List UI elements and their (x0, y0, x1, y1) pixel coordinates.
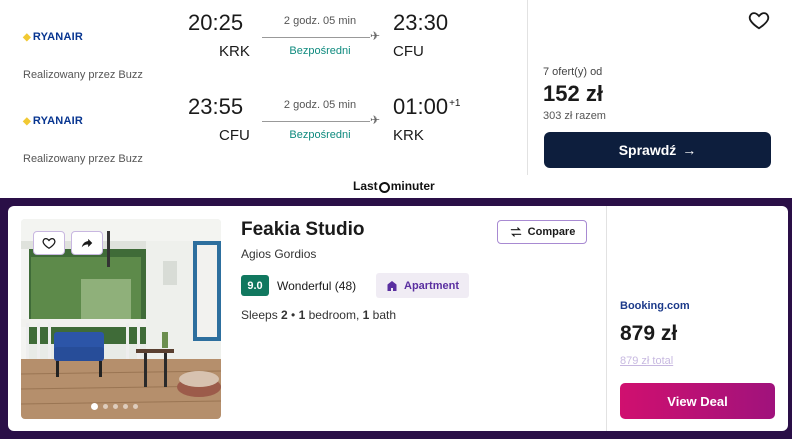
view-deal-button[interactable]: View Deal (620, 383, 775, 419)
ryanair-harp-icon: ◆ (23, 31, 31, 43)
flight-duration: 2 godz. 05 min (283, 15, 357, 27)
stops-label: Bezpośredni (289, 45, 351, 57)
property-type-chip: Apartment (376, 273, 470, 298)
hotel-location: Agios Gordios (241, 247, 317, 261)
hotel-result-card[interactable]: Feakia Studio Agios Gordios 9.0 Wonderfu… (8, 206, 788, 431)
flight-leg-outbound: ◆ RYANAIR Realizowany przez Buzz 20:25 K… (0, 0, 527, 84)
airline-name: RYANAIR (32, 31, 83, 43)
carousel-dot[interactable] (133, 404, 138, 409)
depart-time: 20:25 (188, 10, 244, 35)
flight-duration: 2 godz. 05 min (283, 99, 357, 111)
save-flight-heart-icon[interactable] (748, 9, 770, 31)
depart-time: 23:55 (188, 94, 244, 119)
offers-count: 7 ofert(y) od (543, 66, 603, 78)
hotel-photo[interactable] (21, 219, 221, 419)
rating-badge: 9.0 (241, 275, 269, 296)
operated-by: Realizowany przez Buzz (23, 69, 143, 81)
divider (527, 0, 528, 175)
flight-result-card[interactable]: ◆ RYANAIR Realizowany przez Buzz 20:25 K… (0, 0, 792, 178)
check-deal-label: Sprawdź (618, 142, 677, 158)
hotel-section: Feakia Studio Agios Gordios 9.0 Wonderfu… (0, 198, 792, 439)
divider (606, 206, 607, 431)
check-deal-button[interactable]: Sprawdź → (544, 132, 771, 168)
stops-label: Bezpośredni (289, 129, 351, 141)
arrive-airport: KRK (393, 127, 424, 144)
day-offset-badge: +1 (449, 97, 461, 109)
depart-airport: KRK (219, 43, 250, 60)
operated-by: Realizowany przez Buzz (23, 153, 143, 165)
deal-provider-logo: Booking.com (620, 300, 690, 312)
airline-logo: ◆ RYANAIR (23, 31, 83, 43)
ryanair-harp-icon: ◆ (23, 115, 31, 127)
property-type-label: Apartment (404, 279, 460, 292)
share-icon[interactable] (71, 231, 103, 255)
airline-name: RYANAIR (32, 115, 83, 127)
route-line (262, 37, 370, 38)
airline-logo: ◆ RYANAIR (23, 115, 83, 127)
compare-arrows-icon (510, 227, 521, 237)
rating-text: Wonderful (48) (277, 279, 357, 293)
save-hotel-heart-icon[interactable] (33, 231, 65, 255)
arrive-time: 01:00+1 (393, 94, 461, 119)
capacity-info: Sleeps 2 • 1 bedroom, 1 bath (241, 308, 397, 322)
building-icon (387, 280, 397, 291)
flight-total: 303 zł razem (543, 110, 606, 122)
carousel-dot[interactable] (103, 404, 108, 409)
lastminuter-logo: Last minuter (353, 179, 435, 193)
deal-total: 879 zł total (620, 355, 674, 367)
hotel-name[interactable]: Feakia Studio (241, 219, 365, 241)
plane-icon: ✈ (370, 29, 381, 43)
carousel-dot[interactable] (113, 404, 118, 409)
photo-carousel-dots (91, 403, 138, 410)
carousel-dot[interactable] (91, 403, 98, 410)
flight-price: 152 zł (543, 81, 603, 106)
arrive-time: 23:30 (393, 10, 449, 35)
arrow-right-icon: → (682, 142, 697, 158)
arrive-airport: CFU (393, 43, 424, 60)
clock-icon (378, 181, 390, 193)
carousel-dot[interactable] (123, 404, 128, 409)
route-line (262, 121, 370, 122)
deal-price: 879 zł (620, 322, 678, 345)
plane-icon: ✈ (370, 113, 381, 127)
flight-leg-return: ◆ RYANAIR Realizowany przez Buzz 23:55 C… (0, 84, 527, 168)
depart-airport: CFU (219, 127, 250, 144)
compare-button[interactable]: Compare (497, 220, 587, 244)
compare-label: Compare (527, 226, 576, 238)
